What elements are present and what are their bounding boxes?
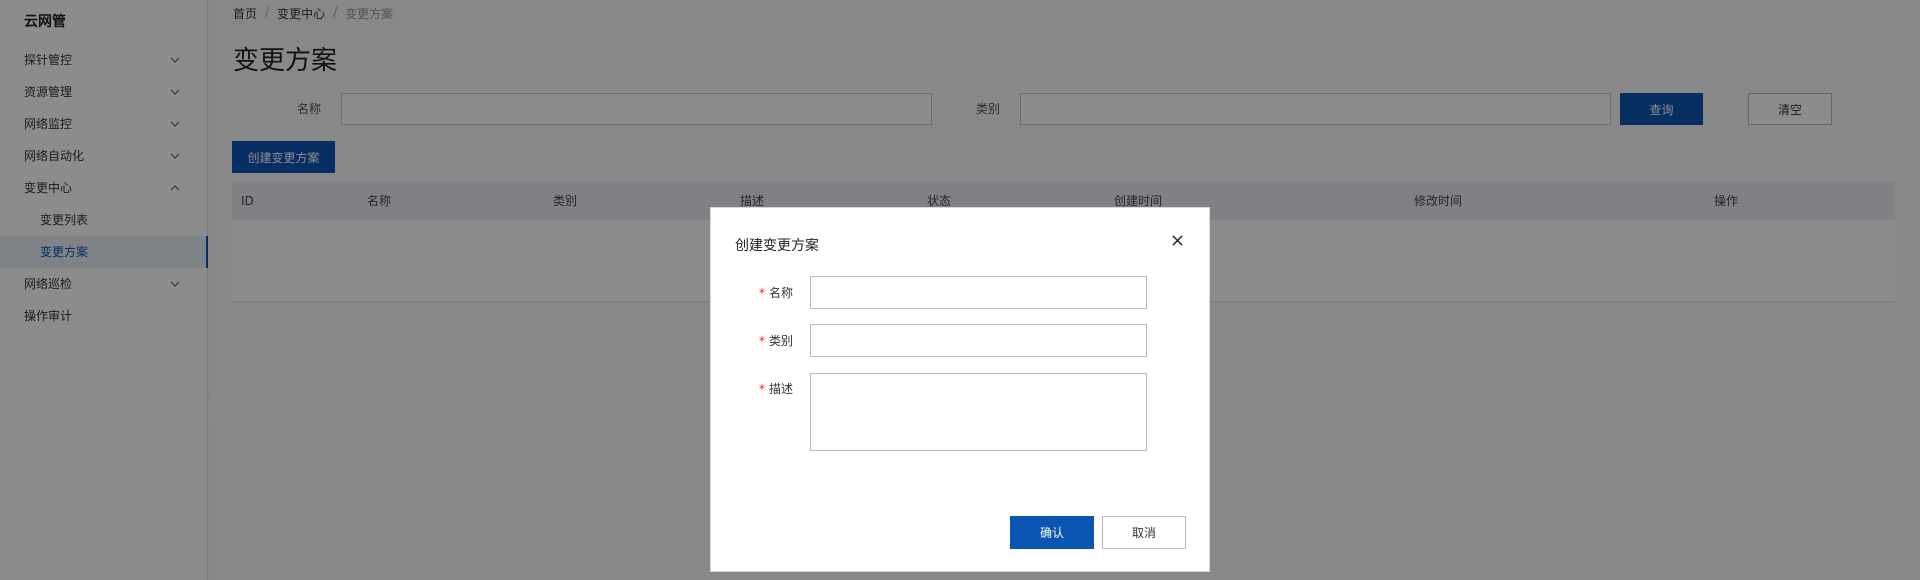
required-mark: * [759, 334, 765, 348]
name-field[interactable] [810, 276, 1147, 309]
name-field-label: * 名称 [759, 284, 793, 301]
create-change-plan-dialog: 创建变更方案 * 名称 * 类别 * 描述 确认 取消 [710, 207, 1210, 572]
cancel-button[interactable]: 取消 [1102, 516, 1186, 549]
category-field-label: * 类别 [759, 332, 793, 349]
category-field-label-text: 类别 [769, 334, 794, 348]
dialog-title: 创建变更方案 [735, 238, 819, 254]
required-mark: * [759, 286, 765, 300]
description-field[interactable] [810, 373, 1147, 451]
description-field-label: * 描述 [759, 380, 793, 397]
close-icon[interactable] [1167, 230, 1187, 250]
confirm-button[interactable]: 确认 [1010, 516, 1094, 549]
description-field-label-text: 描述 [769, 382, 794, 396]
category-field[interactable] [810, 324, 1147, 357]
required-mark: * [759, 382, 765, 396]
name-field-label-text: 名称 [769, 286, 794, 300]
